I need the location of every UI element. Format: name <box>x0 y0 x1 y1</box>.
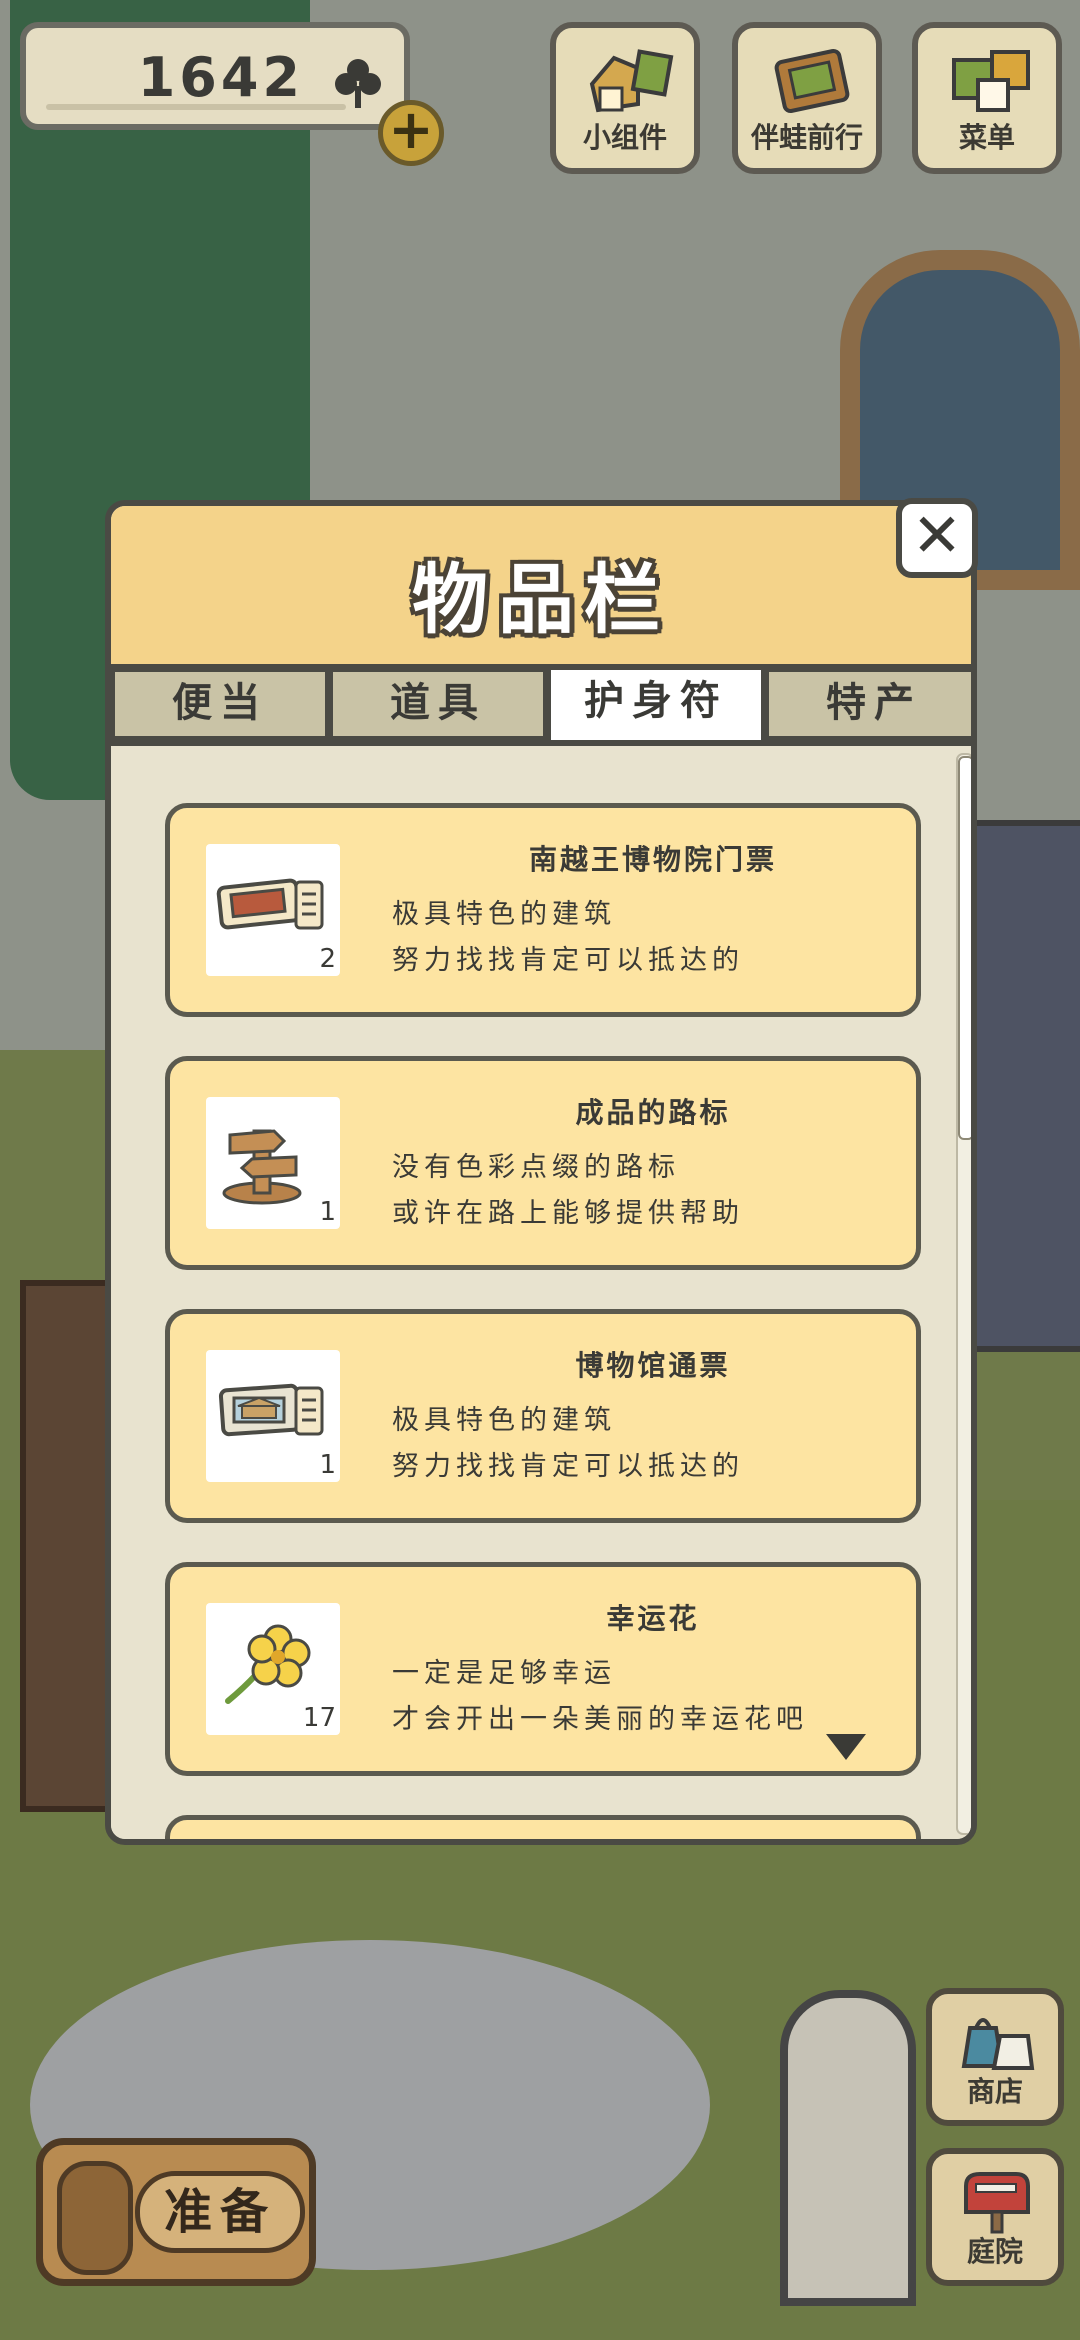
item-description-line: 没有色彩点缀的路标 <box>392 1152 680 1183</box>
inventory-tabs: 便当 道具 护身符 特产 <box>111 664 971 746</box>
item-description: 极具特色的建筑 努力找找肯定可以抵达的 <box>392 892 744 984</box>
widget-button[interactable]: 小组件 <box>550 22 700 174</box>
item-description: 没有色彩点缀的路标 或许在路上能够提供帮助 <box>392 1145 744 1237</box>
widget-label: 小组件 <box>582 121 667 154</box>
menu-label: 菜单 <box>958 121 1015 154</box>
item-name: 博物馆通票 <box>575 1349 731 1382</box>
item-name: 幸运花 <box>606 1602 700 1635</box>
item-count: 1 <box>319 1450 336 1480</box>
item-description: 极具特色的建筑 努力找找肯定可以抵达的 <box>392 1398 744 1490</box>
tab-bento[interactable]: 便当 <box>111 668 329 740</box>
prepare-label: 准备 <box>135 2171 305 2253</box>
clover-bar <box>46 104 346 110</box>
item-count: 2 <box>319 944 336 974</box>
menu-icon <box>952 50 1030 112</box>
ticket-icon <box>216 878 324 930</box>
inventory-dialog: 物品栏 便当 道具 护身符 特产 2 南越王博物院门票 极具特色的建筑 努力找找… <box>105 500 977 1845</box>
item-description-line: 极具特色的建筑 <box>392 899 616 930</box>
scrollbar-thumb[interactable] <box>958 756 971 1140</box>
item-name: 成品的路标 <box>575 1096 731 1129</box>
mailbox-icon <box>964 2172 1030 2234</box>
clover-counter: 1642 <box>20 22 410 130</box>
item-description-line: 极具特色的建筑 <box>392 1405 616 1436</box>
dialog-header: 物品栏 <box>111 506 971 669</box>
item-list[interactable]: 2 南越王博物院门票 极具特色的建筑 努力找找肯定可以抵达的 1 成品的路标 没… <box>111 746 971 1839</box>
add-clover-button[interactable]: + <box>378 100 444 166</box>
item-description-line: 努力找找肯定可以抵达的 <box>392 1451 744 1482</box>
close-button[interactable]: ✕ <box>896 498 978 578</box>
item-description-line: 或许在路上能够提供帮助 <box>392 1198 744 1229</box>
yard-label: 庭院 <box>966 2235 1023 2268</box>
dialog-title: 物品栏 <box>412 555 670 644</box>
tab-tools[interactable]: 道具 <box>329 668 547 740</box>
clover-count: 1642 <box>137 46 304 109</box>
item-description-line: 努力找找肯定可以抵达的 <box>392 945 744 976</box>
item-description-line: 一定是足够幸运 <box>392 1658 616 1689</box>
scroll-down-icon[interactable] <box>826 1734 866 1760</box>
log-icon <box>57 2161 133 2275</box>
clover-icon <box>335 59 381 108</box>
museum-ticket-icon <box>218 1383 324 1437</box>
item-thumbnail: 2 <box>206 844 340 976</box>
prepare-button[interactable]: 准备 <box>36 2138 316 2286</box>
item-count: 17 <box>302 1703 336 1733</box>
shop-label: 商店 <box>966 2075 1023 2108</box>
widget-icon <box>589 49 674 113</box>
yard-door <box>780 1990 916 2306</box>
list-item[interactable]: 2 南越王博物院门票 极具特色的建筑 努力找找肯定可以抵达的 <box>165 803 921 1017</box>
menu-button[interactable]: 菜单 <box>912 22 1062 174</box>
tab-charms[interactable]: 护身符 <box>547 666 765 744</box>
list-item[interactable]: 17 幸运花 一定是足够幸运 才会开出一朵美丽的幸运花吧 <box>165 1562 921 1776</box>
frog-album-button[interactable]: 伴蛙前行 <box>732 22 882 174</box>
shop-button[interactable]: 商店 <box>926 1988 1064 2126</box>
item-description-line: 才会开出一朵美丽的幸运花吧 <box>392 1704 808 1735</box>
frog-album-icon <box>774 49 850 113</box>
item-thumbnail: 17 <box>206 1603 340 1735</box>
frog-album-label: 伴蛙前行 <box>750 121 863 154</box>
list-item-partial[interactable] <box>165 1815 921 1839</box>
tab-specialties[interactable]: 特产 <box>765 668 971 740</box>
yard-button[interactable]: 庭院 <box>926 2148 1064 2286</box>
shop-bag-icon <box>961 2018 1035 2070</box>
lucky-flower-icon <box>225 1624 311 1704</box>
list-item[interactable]: 1 成品的路标 没有色彩点缀的路标 或许在路上能够提供帮助 <box>165 1056 921 1270</box>
item-thumbnail: 1 <box>206 1097 340 1229</box>
item-description: 一定是足够幸运 才会开出一朵美丽的幸运花吧 <box>392 1651 808 1743</box>
item-thumbnail: 1 <box>206 1350 340 1482</box>
item-count: 1 <box>319 1197 336 1227</box>
list-item[interactable]: 1 博物馆通票 极具特色的建筑 努力找找肯定可以抵达的 <box>165 1309 921 1523</box>
item-name: 南越王博物院门票 <box>528 843 777 876</box>
signpost-icon <box>222 1129 302 1205</box>
